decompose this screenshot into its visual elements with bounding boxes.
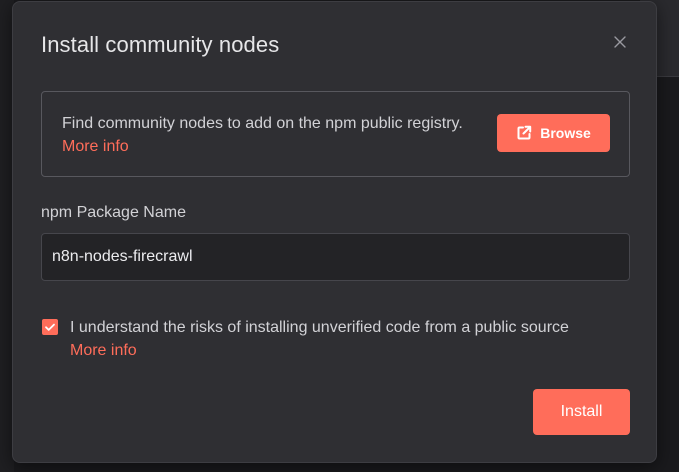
close-icon <box>614 36 626 48</box>
install-button[interactable]: Install <box>533 389 630 435</box>
package-name-label: npm Package Name <box>41 204 186 221</box>
package-name-input[interactable] <box>41 233 630 281</box>
risk-more-info-link[interactable]: More info <box>70 339 137 362</box>
info-text: Find community nodes to add on the npm p… <box>62 112 472 158</box>
risk-checkbox[interactable] <box>42 319 58 335</box>
checkmark-icon <box>45 323 55 331</box>
risk-checkbox-label[interactable]: I understand the risks of installing unv… <box>70 316 631 339</box>
info-description: Find community nodes to add on the npm p… <box>62 115 463 132</box>
close-button[interactable] <box>610 32 630 52</box>
info-more-info-link[interactable]: More info <box>62 138 129 155</box>
browse-label: Browse <box>540 125 591 141</box>
info-callout: Find community nodes to add on the npm p… <box>41 91 630 177</box>
browse-button[interactable]: Browse <box>497 114 610 152</box>
external-link-icon <box>517 125 532 140</box>
install-community-nodes-dialog: Install community nodes Find community n… <box>12 1 657 463</box>
dialog-title: Install community nodes <box>41 32 280 57</box>
